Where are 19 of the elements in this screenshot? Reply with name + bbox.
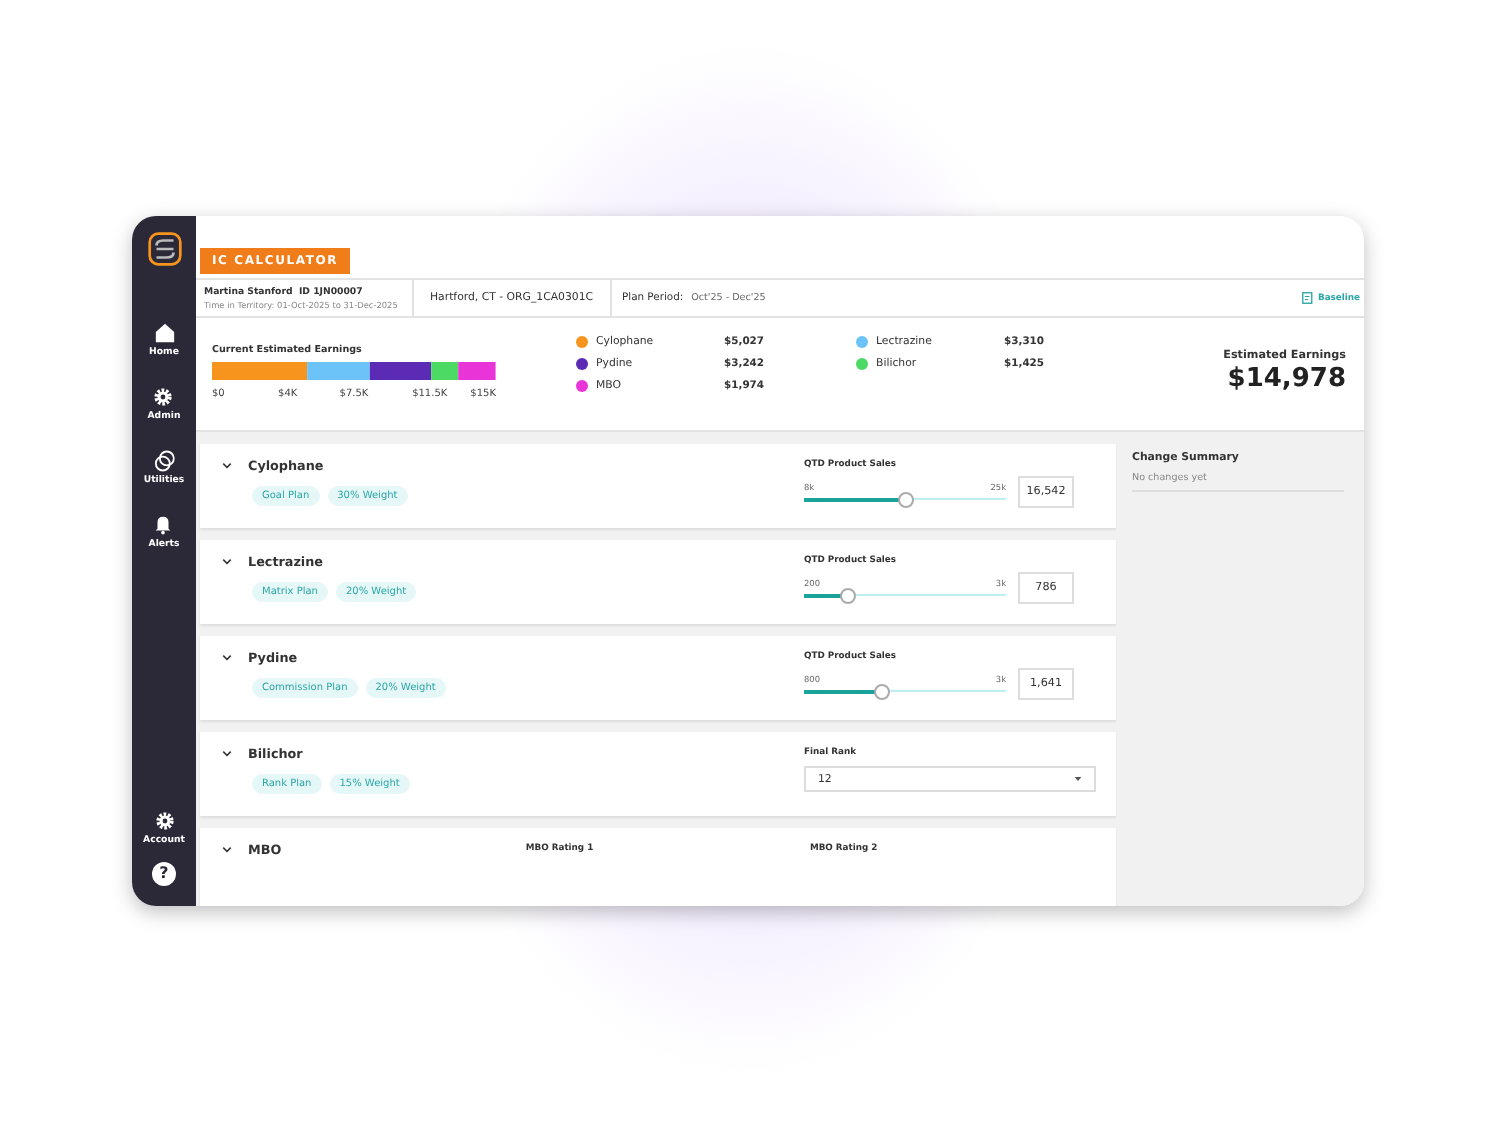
- rings-icon: [153, 450, 175, 472]
- estimated-earnings-value: $14,978: [1227, 364, 1346, 394]
- chevron-icon[interactable]: [222, 462, 232, 470]
- help-button[interactable]: ?: [152, 862, 176, 886]
- caret-icon: [1074, 776, 1082, 782]
- document-icon: [1301, 292, 1314, 304]
- slider-thumb[interactable]: [898, 492, 914, 508]
- chevron-icon[interactable]: [222, 846, 232, 854]
- slider-thumb[interactable]: [839, 588, 856, 604]
- chevron-icon[interactable]: [222, 750, 232, 758]
- home-icon: [153, 322, 175, 344]
- chevron-icon[interactable]: [222, 654, 232, 662]
- chevron-icon[interactable]: [222, 558, 232, 566]
- earnings-bar-segment: [458, 362, 496, 380]
- settings-icon: [153, 810, 175, 832]
- slider-thumb[interactable]: [873, 684, 890, 700]
- logo-icon: [147, 232, 181, 266]
- bell-icon: [152, 514, 175, 536]
- settings-icon: [152, 386, 175, 408]
